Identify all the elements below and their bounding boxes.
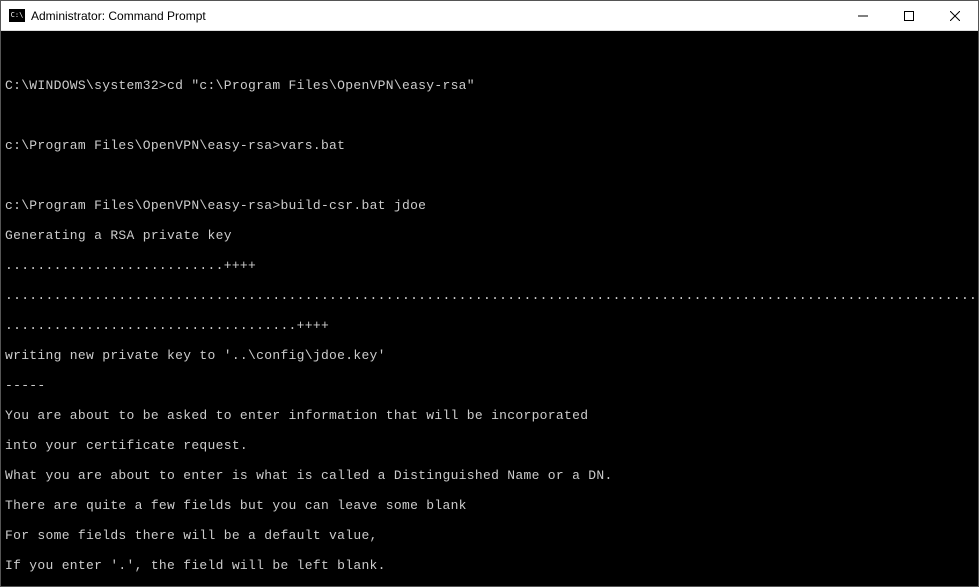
terminal-line: c:\Program Files\OpenVPN\easy-rsa>build-… (5, 198, 974, 213)
window-title: Administrator: Command Prompt (31, 9, 840, 23)
terminal-line: What you are about to enter is what is c… (5, 468, 974, 483)
terminal-line: You are about to be asked to enter infor… (5, 408, 974, 423)
minimize-button[interactable] (840, 1, 886, 30)
terminal-line: There are quite a few fields but you can… (5, 498, 974, 513)
terminal-line: ----- (5, 378, 974, 393)
terminal-line: writing new private key to '..\config\jd… (5, 348, 974, 363)
terminal-line: ...........................++++ (5, 258, 974, 273)
terminal-output[interactable]: C:\WINDOWS\system32>cd "c:\Program Files… (1, 31, 978, 586)
terminal-line: C:\WINDOWS\system32>cd "c:\Program Files… (5, 78, 974, 93)
window-titlebar: Administrator: Command Prompt (1, 1, 978, 31)
terminal-line: For some fields there will be a default … (5, 528, 974, 543)
minimize-icon (858, 11, 868, 21)
maximize-button[interactable] (886, 1, 932, 30)
maximize-icon (904, 11, 914, 21)
terminal-line: ........................................… (5, 288, 974, 303)
terminal-line: Generating a RSA private key (5, 228, 974, 243)
close-icon (950, 11, 960, 21)
terminal-line: ....................................++++ (5, 318, 974, 333)
terminal-line: If you enter '.', the field will be left… (5, 558, 974, 573)
terminal-line: into your certificate request. (5, 438, 974, 453)
terminal-line: c:\Program Files\OpenVPN\easy-rsa>vars.b… (5, 138, 974, 153)
cmd-icon (9, 9, 25, 22)
window-controls (840, 1, 978, 30)
close-button[interactable] (932, 1, 978, 30)
